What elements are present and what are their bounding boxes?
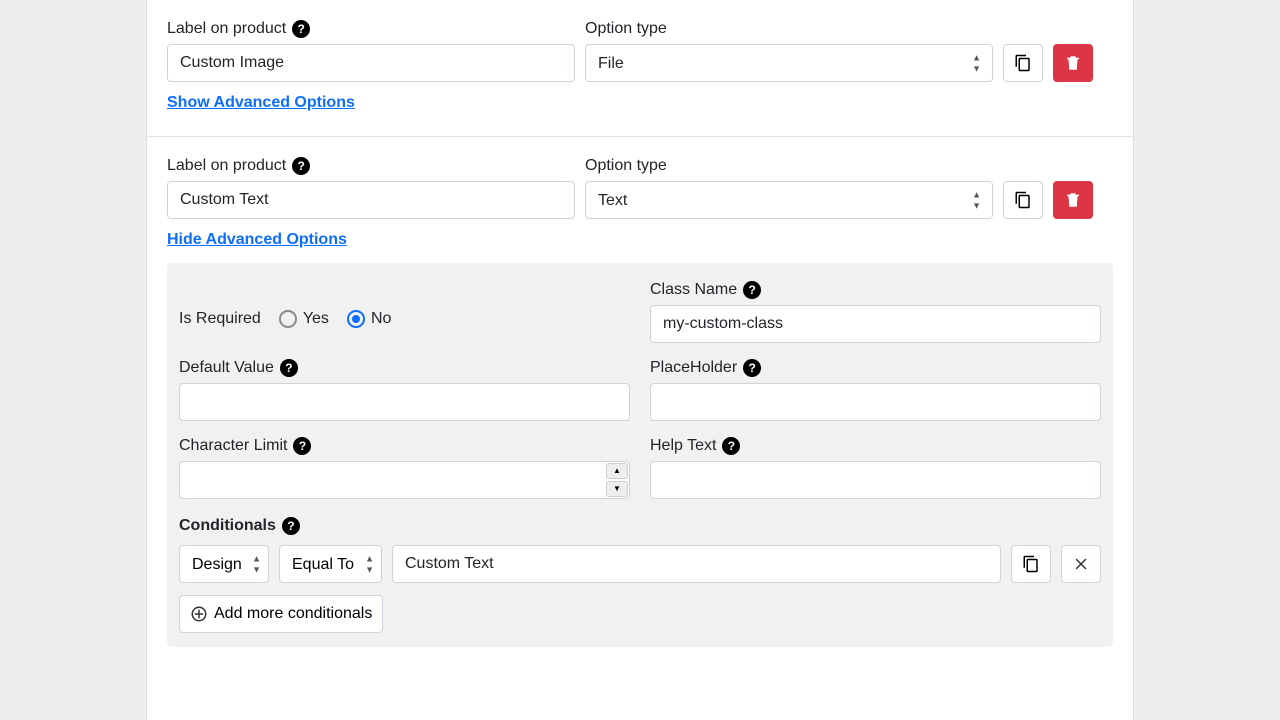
label-input[interactable]: [167, 44, 575, 82]
conditional-value-input[interactable]: [392, 545, 1001, 583]
close-icon: [1072, 555, 1090, 573]
radio-label: Yes: [303, 310, 329, 328]
placeholder-label: PlaceHolder: [650, 359, 737, 377]
spin-down-button[interactable]: ▼: [606, 481, 628, 497]
radio-label: No: [371, 310, 391, 328]
help-icon[interactable]: ?: [722, 437, 740, 455]
char-limit-label: Character Limit: [179, 437, 287, 455]
option-type-select[interactable]: File: [585, 44, 993, 82]
copy-icon: [1022, 555, 1040, 573]
label-input[interactable]: [167, 181, 575, 219]
add-conditional-label: Add more conditionals: [214, 605, 372, 623]
trash-icon: [1064, 54, 1082, 72]
help-icon[interactable]: ?: [280, 359, 298, 377]
help-icon[interactable]: ?: [292, 157, 310, 175]
show-advanced-toggle[interactable]: Show Advanced Options: [167, 94, 355, 112]
required-no-radio[interactable]: No: [347, 310, 391, 328]
label-on-product-label: Label on product: [167, 20, 286, 38]
help-icon[interactable]: ?: [292, 20, 310, 38]
is-required-label: Is Required: [179, 310, 261, 328]
duplicate-button[interactable]: [1003, 181, 1043, 219]
default-value-input[interactable]: [179, 383, 630, 421]
option-block: Label on product ? Option type Text ▲ ▼: [147, 136, 1133, 671]
plus-circle-icon: [190, 605, 208, 623]
help-icon[interactable]: ?: [282, 517, 300, 535]
copy-icon: [1014, 191, 1032, 209]
help-icon[interactable]: ?: [743, 359, 761, 377]
help-icon[interactable]: ?: [293, 437, 311, 455]
label-on-product-label: Label on product: [167, 157, 286, 175]
copy-icon: [1014, 54, 1032, 72]
hide-advanced-toggle[interactable]: Hide Advanced Options: [167, 231, 347, 249]
option-type-select[interactable]: Text: [585, 181, 993, 219]
option-type-label: Option type: [585, 20, 667, 38]
help-icon[interactable]: ?: [743, 281, 761, 299]
option-type-label: Option type: [585, 157, 667, 175]
placeholder-input[interactable]: [650, 383, 1101, 421]
char-limit-input[interactable]: [179, 461, 630, 499]
remove-conditional-button[interactable]: [1061, 545, 1101, 583]
help-text-label: Help Text: [650, 437, 716, 455]
delete-button[interactable]: [1053, 44, 1093, 82]
help-text-input[interactable]: [650, 461, 1101, 499]
trash-icon: [1064, 191, 1082, 209]
spin-up-button[interactable]: ▲: [606, 463, 628, 479]
duplicate-button[interactable]: [1003, 44, 1043, 82]
conditional-operator-select[interactable]: Equal To: [279, 545, 382, 583]
duplicate-conditional-button[interactable]: [1011, 545, 1051, 583]
conditionals-label: Conditionals: [179, 517, 276, 535]
class-name-input[interactable]: [650, 305, 1101, 343]
required-yes-radio[interactable]: Yes: [279, 310, 329, 328]
class-name-label: Class Name: [650, 281, 737, 299]
delete-button[interactable]: [1053, 181, 1093, 219]
advanced-panel: Is Required Yes No Class Name ?: [167, 263, 1113, 647]
option-block: Label on product ? Option type File ▲▼: [147, 0, 1133, 136]
default-value-label: Default Value: [179, 359, 274, 377]
conditional-field-select[interactable]: Design: [179, 545, 269, 583]
add-conditional-button[interactable]: Add more conditionals: [179, 595, 383, 633]
